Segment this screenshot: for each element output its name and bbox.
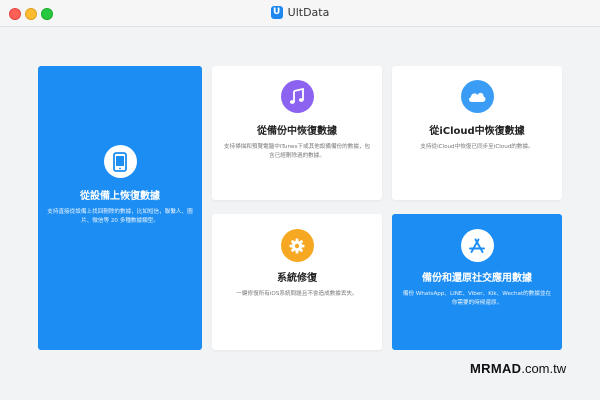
phone-icon [103, 145, 137, 178]
card-title: 備份和還原社交應用數據 [422, 273, 532, 284]
recover-from-itunes-backup-card[interactable]: 從備份中恢復數據 支持掃描和預覽電腦中iTunes下或其他設備備份的數據，包含已… [212, 66, 382, 200]
card-title: 從iCloud中恢復數據 [429, 126, 525, 137]
card-description: 一鍵修復所有iOS系統問題且不會造成數據丟失。 [236, 291, 358, 297]
card-description: 支持從iCloud中恢復已同步至iCloud的數據。 [420, 144, 534, 150]
title-bar: U UltData [0, 0, 600, 27]
card-description: 支持直接從設備上找回刪除的數據，比如短信，聯繫人、圖片、微信等 20 多種數據類… [47, 209, 193, 224]
card-description: 支持掃描和預覽電腦中iTunes下或其他設備備份的數據，包含已經刪除過的數據。 [223, 144, 371, 159]
app-store-icon [460, 229, 494, 262]
card-title: 系統修復 [277, 273, 317, 284]
watermark-brand: MRMAD [470, 361, 522, 376]
recover-from-icloud-card[interactable]: 從iCloud中恢復數據 支持從iCloud中恢復已同步至iCloud的數據。 [392, 66, 562, 200]
watermark-domain: .com.tw [521, 361, 567, 376]
ultdata-logo-icon: U [270, 6, 283, 19]
gear-icon [280, 229, 314, 262]
cloud-icon [460, 80, 494, 113]
recover-from-device-card[interactable]: 從設備上恢復數據 支持直接從設備上找回刪除的數據，比如短信，聯繫人、圖片、微信等… [38, 66, 202, 350]
window-title-text: UltData [287, 6, 330, 19]
watermark: MRMAD.com.tw [470, 361, 566, 376]
card-title: 從備份中恢復數據 [257, 126, 337, 137]
window-title: U UltData [0, 6, 600, 19]
backup-restore-social-apps-card[interactable]: 備份和還原社交應用數據 備份 WhatsApp、LINE、Viber、Kik、W… [392, 214, 562, 350]
card-description: 備份 WhatsApp、LINE、Viber、Kik、Wechat的數據並在你需… [402, 291, 552, 306]
system-repair-card[interactable]: 系統修復 一鍵修復所有iOS系統問題且不會造成數據丟失。 [212, 214, 382, 350]
music-note-icon [280, 80, 314, 113]
card-title: 從設備上恢復數據 [80, 191, 160, 202]
